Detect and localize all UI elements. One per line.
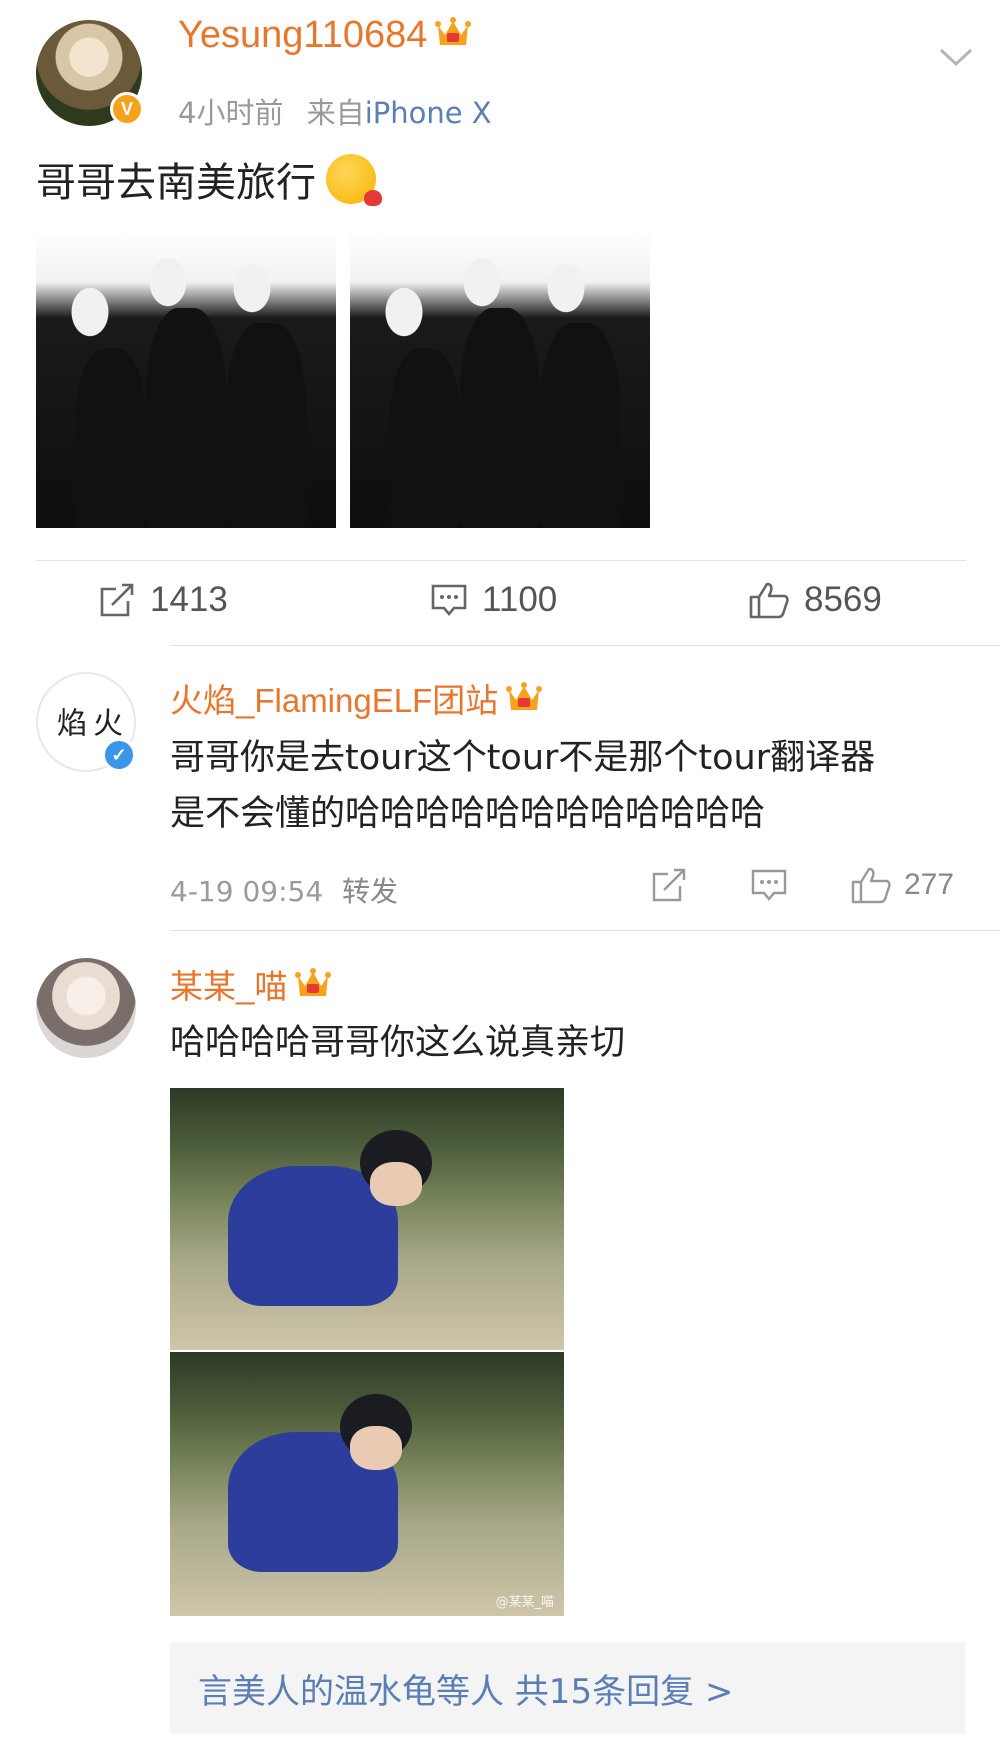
post-image-1[interactable]	[36, 228, 336, 528]
post-header: V Yesung110684 4小时前 来自iPhone X	[36, 14, 976, 140]
post-meta: 4小时前 来自iPhone X	[178, 90, 492, 132]
repost-button[interactable]: 1413	[98, 580, 228, 620]
comment-actions: 277	[650, 866, 954, 904]
post-text-content: 哥哥去南美旅行	[36, 160, 316, 206]
comment-text: 哥哥你是去tour这个tour不是那个tour翻译器 是不会懂的哈哈哈哈哈哈哈哈…	[170, 730, 875, 842]
thumbs-up-icon[interactable]	[850, 866, 892, 904]
verified-badge-icon: ✓	[102, 738, 136, 772]
divider	[170, 930, 1000, 931]
post-text: 哥哥去南美旅行	[36, 150, 382, 208]
verified-badge-icon: V	[110, 92, 144, 126]
comment-avatar-moumou[interactable]	[36, 958, 136, 1058]
kiss-emoji-icon	[326, 154, 382, 206]
comment-text-line-1: 哥哥你是去tour这个tour不是那个tour翻译器	[170, 738, 876, 778]
comment-text: 哈哈哈哈哥哥你这么说真亲切	[170, 1015, 625, 1071]
comment-image-1[interactable]	[170, 1088, 564, 1350]
image-watermark: @某某_喵	[495, 1595, 554, 1610]
comment-username-text[interactable]: 火焰_FlamingELF团站	[170, 682, 498, 719]
comment-username[interactable]: 火焰_FlamingELF团站	[170, 674, 543, 722]
like-count: 8569	[804, 580, 882, 619]
post-time: 4小时前	[178, 96, 284, 130]
repost-icon[interactable]	[650, 866, 688, 904]
more-replies-text[interactable]: 言美人的温水龟等人 共15条回复 >	[198, 1664, 733, 1713]
crown-vip-icon	[435, 17, 472, 45]
post-source-prefix: 来自	[306, 96, 365, 130]
comment-time: 4-19 09:54	[170, 875, 324, 908]
repost-icon	[100, 583, 134, 617]
author-username[interactable]: Yesung110684	[178, 14, 472, 57]
chevron-down-icon[interactable]	[936, 42, 976, 72]
comment-like-count: 277	[904, 868, 955, 901]
comment-icon	[431, 584, 467, 617]
divider	[170, 645, 1000, 646]
comment-text-line-2: 是不会懂的哈哈哈哈哈哈哈哈哈哈哈哈	[170, 794, 766, 834]
author-username-text[interactable]: Yesung110684	[178, 14, 427, 56]
comment-count: 1100	[482, 580, 558, 619]
crown-vip-icon	[295, 968, 332, 996]
more-replies-link[interactable]: 言美人的温水龟等人 共15条回复 >	[170, 1642, 965, 1734]
crown-vip-icon	[506, 682, 543, 710]
comment-icon[interactable]	[750, 867, 788, 903]
like-button[interactable]: 8569	[748, 580, 882, 620]
post-source[interactable]: iPhone X	[365, 96, 492, 130]
comment-username[interactable]: 某某_喵	[170, 960, 332, 1008]
comment-username-text[interactable]: 某某_喵	[170, 968, 287, 1005]
thumbs-up-icon	[749, 582, 789, 619]
comment-repost-link[interactable]: 转发	[342, 875, 398, 908]
comment-image-2[interactable]: @某某_喵	[170, 1352, 564, 1616]
comment-text-line-1: 哈哈哈哈哥哥你这么说真亲切	[170, 1023, 626, 1063]
post-image-2[interactable]	[350, 228, 650, 528]
post-actions: 1413 1100 8569	[36, 560, 976, 650]
repost-count: 1413	[150, 580, 228, 619]
comment-button[interactable]: 1100	[430, 580, 557, 620]
comment-meta: 4-19 09:54 转发	[170, 870, 398, 910]
